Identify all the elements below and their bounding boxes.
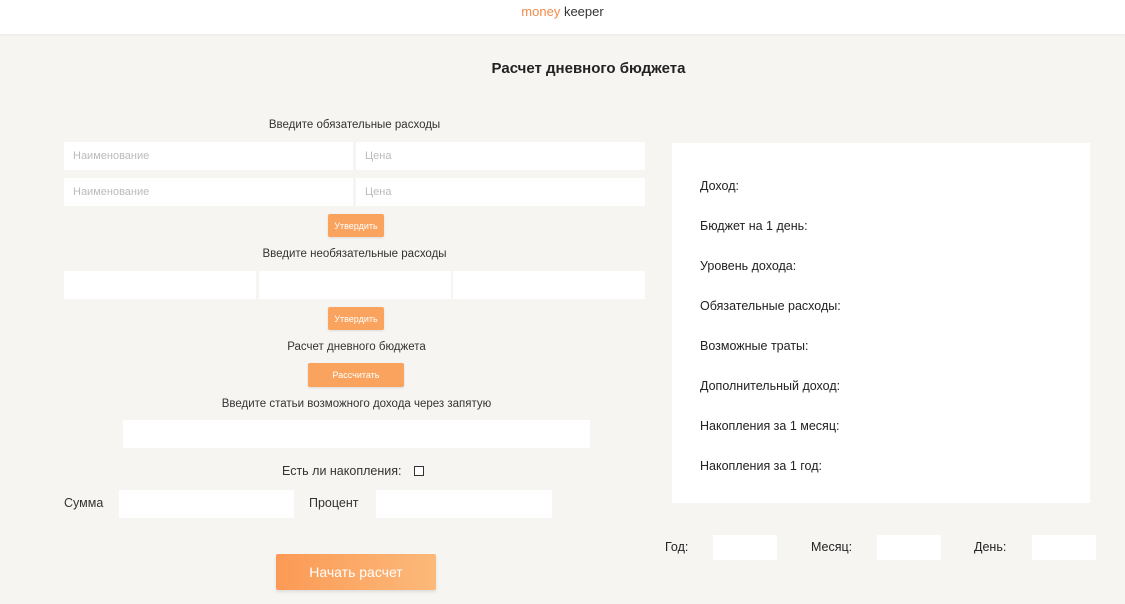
optional-expenses-label: Введите необязательные расходы [262,248,447,260]
results-panel: Доход: Бюджет на 1 день: Уровень дохода:… [672,143,1090,503]
mandatory-confirm-button[interactable]: Утвердить [328,214,384,237]
income-items-label: Введите статьи возможного дохода через з… [221,398,492,410]
income-result: Доход: [700,179,739,193]
optional-expense-input-2[interactable] [259,271,451,299]
savings-checkbox[interactable] [414,466,424,476]
month-label: Месяц: [811,540,853,554]
income-items-input[interactable] [123,420,590,448]
month-input[interactable] [877,535,941,560]
header: money keeper [0,0,1125,34]
page-title: Расчет дневного бюджета [491,60,686,77]
day-input[interactable] [1032,535,1096,560]
possible-spending-result: Возможные траты: [700,339,809,353]
logo-money: money [521,4,561,19]
day-label: День: [974,540,1007,554]
year-label: Год: [665,540,689,554]
start-calculation-button[interactable]: Начать расчет [276,554,436,590]
mandatory-name-input-1[interactable] [64,142,353,170]
savings-question: Есть ли накопления: [282,464,402,478]
optional-confirm-button[interactable]: Утвердить [328,307,384,330]
percent-label: Процент [309,496,359,510]
logo[interactable]: money keeper [0,4,1125,19]
optional-expense-input-1[interactable] [64,271,256,299]
mandatory-name-input-2[interactable] [64,178,353,206]
income-level-result: Уровень дохода: [700,259,797,273]
sum-label: Сумма [64,496,104,510]
daily-budget-label: Расчет дневного бюджета [287,341,426,353]
mandatory-expenses-result: Обязательные расходы: [700,299,841,313]
savings-month-result: Накопления за 1 месяц: [700,419,840,433]
percent-input[interactable] [376,490,552,518]
optional-expense-input-3[interactable] [453,271,645,299]
budget-per-day-result: Бюджет на 1 день: [700,219,808,233]
sum-input[interactable] [119,490,294,518]
mandatory-price-input-2[interactable] [356,178,645,206]
mandatory-price-input-1[interactable] [356,142,645,170]
savings-year-result: Накопления за 1 год: [700,459,822,473]
year-input[interactable] [713,535,777,560]
additional-income-result: Дополнительный доход: [700,379,841,393]
calculate-button[interactable]: Рассчитать [308,363,404,387]
logo-keeper: keeper [563,4,604,19]
mandatory-expenses-label: Введите обязательные расходы [268,119,441,131]
